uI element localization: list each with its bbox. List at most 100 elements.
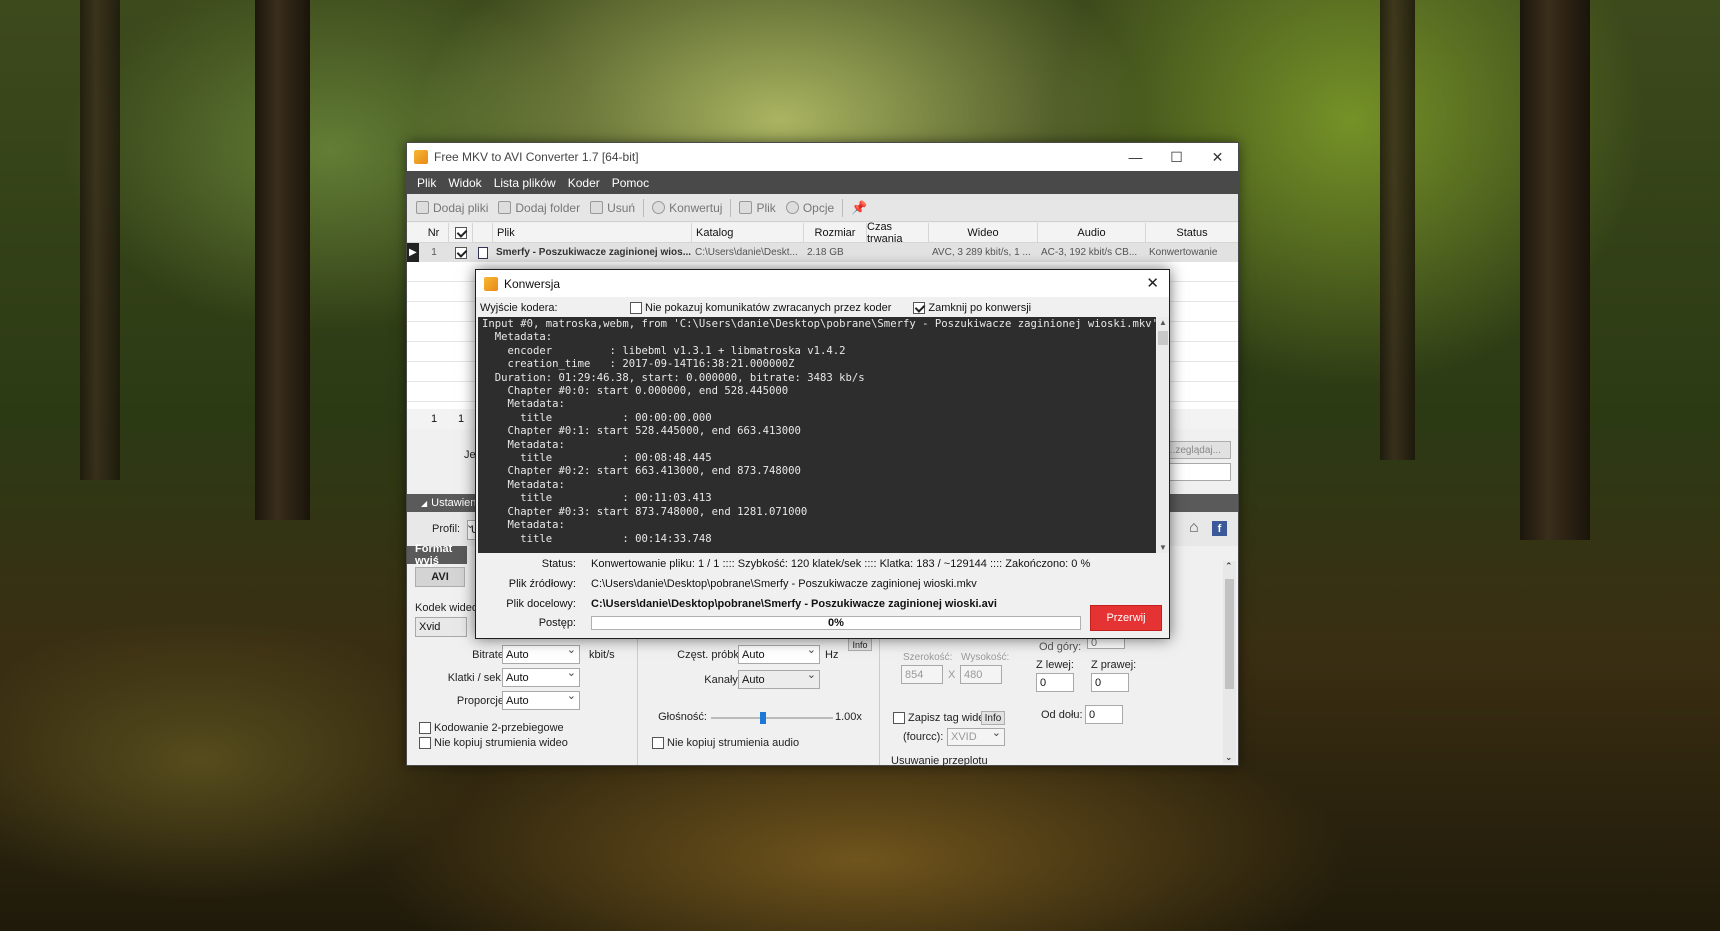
right-label: Z prawej: (1091, 659, 1137, 671)
dialog-close-icon[interactable]: ✕ (1146, 274, 1159, 292)
options-button[interactable]: Opcje (781, 201, 839, 215)
header-size[interactable]: Rozmiar (804, 223, 867, 242)
console-line: Chapter #0:2: start 663.413000, end 873.… (482, 465, 801, 478)
add-files-button[interactable]: Dodaj pliki (411, 201, 493, 215)
ratio-select[interactable]: Auto (502, 689, 580, 710)
header-video[interactable]: Wideo (929, 223, 1038, 242)
main-titlebar: Free MKV to AVI Converter 1.7 [64-bit] —… (407, 143, 1238, 171)
status-value: Konwertowanie pliku: 1 / 1 :::: Szybkość… (591, 558, 1091, 570)
settings-scrollbar[interactable]: ⌃ ⌄ (1223, 561, 1236, 763)
tree-trunk (1380, 0, 1415, 460)
menu-pomoc[interactable]: Pomoc (606, 176, 655, 190)
two-pass-checkbox[interactable] (419, 722, 431, 734)
close-after-checkbox[interactable] (913, 302, 926, 314)
fps-select[interactable]: Auto (502, 666, 580, 687)
pin-button[interactable]: 📌 (846, 200, 872, 216)
tab-avi[interactable]: AVI (415, 567, 465, 587)
console-scroll-up-icon[interactable]: ▲ (1157, 318, 1169, 327)
scroll-down-icon[interactable]: ⌄ (1225, 752, 1233, 763)
height-input[interactable]: 480 (960, 665, 1002, 684)
console-line: Metadata: (482, 331, 553, 344)
no-copy-audio-checkbox[interactable] (652, 737, 664, 749)
check-all-checkbox[interactable] (454, 226, 467, 239)
row-status: Konwertowanie (1149, 247, 1218, 258)
header-folder[interactable]: Katalog (692, 223, 804, 242)
dialog-titlebar: Konwersja ✕ (476, 270, 1169, 297)
console-scroll-down-icon[interactable]: ▼ (1157, 543, 1169, 552)
samplerate-select[interactable]: Auto (738, 643, 820, 664)
save-tag-option[interactable]: Zapisz tag wide (893, 712, 984, 724)
close-icon[interactable]: ✕ (1197, 143, 1238, 171)
grid-header: Nr Plik Katalog Rozmiar Czas trwania Wid… (407, 221, 1238, 245)
fourcc-info-button[interactable]: Info (981, 711, 1005, 725)
file-label: Plik (756, 200, 776, 215)
scroll-thumb[interactable] (1225, 579, 1234, 689)
fourcc-label: (fourcc): (903, 731, 944, 743)
video-codec-select[interactable]: Xvid (415, 617, 467, 637)
console-line: Metadata: (482, 438, 565, 451)
volume-slider[interactable] (711, 712, 833, 724)
progress-bar: 0% (591, 616, 1081, 630)
toolbar-separator (730, 198, 732, 217)
row-folder: C:\Users\danie\Deskt... (695, 247, 798, 258)
console-line: Metadata: (482, 478, 565, 491)
table-row[interactable]: ▶ 1 Smerfy - Poszukiwacze zaginionej wio… (407, 243, 1238, 262)
row-check[interactable] (449, 243, 473, 262)
header-duration[interactable]: Czas trwania (867, 221, 929, 245)
header-file[interactable]: Plik (493, 223, 692, 242)
close-after-label: Zamknij po konwersji (928, 302, 1032, 314)
facebook-icon[interactable]: f (1212, 521, 1227, 536)
menu-bar: Plik Widok Lista plików Koder Pomoc (407, 171, 1238, 194)
console-line: encoder : libebml v1.3.1 + libmatroska v… (482, 344, 846, 357)
fourcc-select[interactable]: XVID (947, 726, 1005, 746)
convert-button[interactable]: Konwertuj (647, 201, 727, 215)
no-copy-audio-option[interactable]: Nie kopiuj strumienia audio (652, 737, 799, 749)
scroll-up-icon[interactable]: ⌃ (1225, 561, 1233, 572)
channels-select[interactable]: Auto (738, 668, 820, 689)
hide-messages-checkbox[interactable] (630, 302, 642, 314)
close-after-option[interactable]: Zamknij po konwersji (913, 302, 1031, 314)
app-icon (414, 150, 428, 164)
header-audio[interactable]: Audio (1038, 223, 1146, 242)
header-status[interactable]: Status (1146, 223, 1238, 242)
menu-widok[interactable]: Widok (442, 176, 487, 190)
minimize-icon[interactable]: — (1115, 143, 1156, 171)
bitrate-select[interactable]: Auto (502, 643, 580, 664)
width-input[interactable]: 854 (901, 665, 943, 684)
console-line: title : 00:11:03.413 (482, 492, 712, 505)
no-copy-video-checkbox[interactable] (419, 737, 431, 749)
menu-plik[interactable]: Plik (411, 176, 442, 190)
header-nr[interactable]: Nr (419, 223, 449, 242)
file-button[interactable]: Plik (734, 201, 780, 215)
volume-thumb[interactable] (759, 712, 766, 724)
header-check[interactable] (449, 223, 473, 242)
hide-messages-option[interactable]: Nie pokazuj komunikatów zwracanych przez… (630, 302, 891, 314)
no-copy-video-option[interactable]: Nie kopiuj strumienia wideo (419, 737, 568, 749)
save-tag-checkbox[interactable] (893, 712, 905, 724)
console-scroll-thumb[interactable] (1158, 331, 1168, 345)
source-file-label: Plik źródłowy: (508, 578, 576, 590)
no-copy-video-label: Nie kopiuj strumienia wideo (434, 737, 568, 749)
console-scrollbar[interactable]: ▲ ▼ (1157, 317, 1169, 553)
audio-info-button[interactable]: Info (848, 638, 872, 651)
samplerate-unit: Hz (825, 649, 839, 661)
remove-button[interactable]: Usuń (585, 201, 640, 215)
left-input[interactable]: 0 (1036, 673, 1074, 692)
maximize-icon[interactable]: ☐ (1156, 143, 1197, 171)
target-file-value: C:\Users\danie\Desktop\pobrane\Smerfy - … (591, 598, 997, 610)
encoder-output-console[interactable]: Input #0, matroska,webm, from 'C:\Users\… (478, 317, 1156, 553)
two-pass-option[interactable]: Kodowanie 2-przebiegowe (419, 722, 564, 734)
row-size: 2.18 GB (807, 247, 844, 258)
ratio-label: Proporcje: (456, 695, 507, 707)
profile-label: Profil: (432, 523, 461, 535)
right-input[interactable]: 0 (1091, 673, 1129, 692)
stop-button[interactable]: Przerwij (1090, 605, 1162, 631)
home-icon[interactable]: ⌂ (1189, 519, 1199, 537)
samplerate-label: Częst. próbk.: (677, 649, 745, 661)
menu-koder[interactable]: Koder (562, 176, 606, 190)
add-folder-button[interactable]: Dodaj folder (493, 201, 585, 215)
menu-lista-plikow[interactable]: Lista plików (488, 176, 562, 190)
row-checkbox[interactable] (455, 246, 467, 259)
bottom-input[interactable]: 0 (1085, 705, 1123, 724)
save-tag-label: Zapisz tag wide (908, 712, 985, 724)
